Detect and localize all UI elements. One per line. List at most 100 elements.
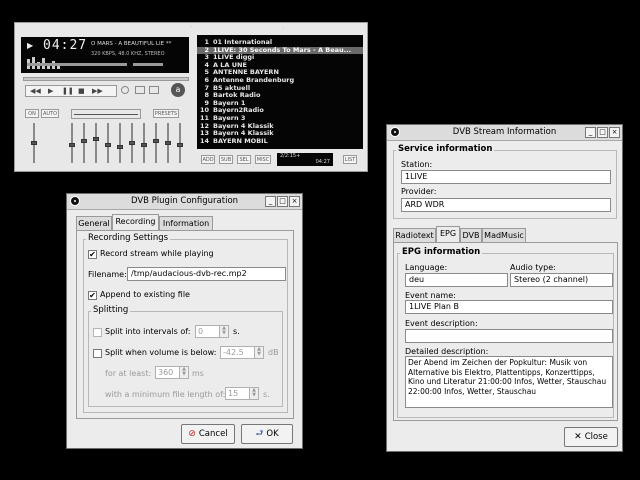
- window-menu-icon[interactable]: [390, 127, 400, 137]
- playlist-item[interactable]: 9 Bayern 1: [197, 100, 363, 107]
- tab-epg[interactable]: EPG: [436, 226, 460, 242]
- close-icon[interactable]: ×: [289, 196, 300, 207]
- close-icon[interactable]: ×: [609, 127, 620, 138]
- playlist-item[interactable]: 3 1LIVE diggi: [197, 54, 363, 61]
- filename-field[interactable]: /tmp/audacious-dvb-rec.mp2: [127, 267, 286, 281]
- maximize-icon[interactable]: □: [597, 127, 608, 138]
- playlist-item[interactable]: 13 Bayern 4 Klassik: [197, 130, 363, 137]
- config-title: DVB Plugin Configuration: [130, 196, 239, 206]
- cancel-button[interactable]: ⊘ Cancel: [181, 424, 235, 444]
- eq-knob[interactable]: [129, 141, 135, 145]
- playlist-titlebar[interactable]: ·: [201, 25, 365, 33]
- playlist-item[interactable]: 2 1LIVE: 30 Seconds To Mars - A Beau...: [197, 46, 363, 54]
- station-field[interactable]: 1LIVE: [401, 170, 611, 184]
- stream-info-titlebar[interactable]: DVB Stream Information _ □ ×: [387, 125, 622, 141]
- pause-icon[interactable]: ❚❚: [62, 86, 74, 96]
- maximize-icon[interactable]: □: [277, 196, 288, 207]
- append-checkbox[interactable]: ✔: [88, 291, 97, 300]
- spin-arrows-icon[interactable]: ▲ ▼: [179, 367, 188, 378]
- eq-band-slider[interactable]: [95, 123, 97, 163]
- spin-arrows-icon[interactable]: ▲ ▼: [219, 326, 228, 337]
- spin-arrows-icon[interactable]: ▲ ▼: [249, 388, 258, 399]
- eq-knob[interactable]: [105, 143, 111, 147]
- ok-button[interactable]: ⮐ OK: [241, 424, 293, 444]
- playlist-item-name: Bayern 3: [213, 115, 246, 122]
- append-label: Append to existing file: [100, 290, 190, 299]
- playlist-item[interactable]: 14 BAYERN MOBIL: [197, 138, 363, 145]
- tab-general[interactable]: General: [76, 216, 112, 230]
- previous-icon[interactable]: ◀◀: [30, 86, 41, 96]
- spin-arrows-icon[interactable]: ▲ ▼: [254, 347, 263, 358]
- playlist-item[interactable]: 12 Bayern 4 Klassik: [197, 123, 363, 130]
- playlist-item[interactable]: 6 Antenne Brandenburg: [197, 77, 363, 84]
- playlist-item[interactable]: 10 Bayern2Radio: [197, 107, 363, 114]
- record-stream-checkbox[interactable]: ✔: [88, 250, 97, 259]
- eq-on-button[interactable]: ON: [25, 109, 39, 118]
- shuffle-icon[interactable]: [135, 86, 145, 94]
- eq-knob[interactable]: [93, 137, 99, 141]
- at-least-value: 360: [158, 368, 174, 377]
- playlist-item[interactable]: 5 ANTENNE BAYERN: [197, 69, 363, 76]
- event-desc-field[interactable]: [405, 329, 613, 343]
- window-menu-icon[interactable]: [70, 196, 80, 206]
- language-field[interactable]: deu: [405, 273, 508, 287]
- playlist-item-name: 1LIVE diggi: [213, 54, 255, 62]
- playlist-item-number: 10: [199, 107, 209, 115]
- min-length-spin[interactable]: 15 ▲ ▼: [225, 387, 259, 400]
- visualizer[interactable]: [25, 55, 73, 69]
- playlist-sel-button[interactable]: SEL: [237, 155, 251, 164]
- eq-knob[interactable]: [117, 145, 123, 149]
- tab-dvb[interactable]: DVB: [460, 228, 482, 242]
- eq-band-slider[interactable]: [119, 123, 121, 163]
- config-titlebar[interactable]: DVB Plugin Configuration _ □ ×: [67, 194, 302, 210]
- playlist-sub-button[interactable]: SUB: [219, 155, 233, 164]
- playlist-item-name: 01 International: [213, 39, 273, 46]
- playlist-item[interactable]: 8 Bartok Radio: [197, 92, 363, 99]
- eject-icon[interactable]: [121, 86, 129, 94]
- seek-bar[interactable]: [23, 77, 189, 81]
- service-info-label: Service information: [396, 144, 495, 154]
- next-icon[interactable]: ▶▶: [92, 86, 103, 96]
- split-volume-checkbox[interactable]: [93, 349, 102, 358]
- eq-knob[interactable]: [177, 143, 183, 147]
- eq-auto-button[interactable]: AUTO: [41, 109, 59, 118]
- repeat-icon[interactable]: [149, 86, 159, 94]
- balance-slider[interactable]: [133, 63, 163, 66]
- eq-knob[interactable]: [153, 139, 159, 143]
- audio-type-field[interactable]: Stereo (2 channel): [510, 273, 613, 287]
- eq-knob[interactable]: [31, 141, 37, 145]
- play-icon[interactable]: ▶: [48, 86, 53, 96]
- split-intervals-checkbox[interactable]: [93, 328, 102, 337]
- playlist-misc-button[interactable]: MISC: [255, 155, 271, 164]
- playlist-item[interactable]: 7 B5 aktuell: [197, 85, 363, 92]
- split-intervals-spin[interactable]: 0 ▲ ▼: [195, 325, 229, 338]
- tab-information[interactable]: Information: [159, 216, 213, 230]
- split-volume-spin[interactable]: -42.5 ▲ ▼: [220, 346, 264, 359]
- eq-band-slider[interactable]: [155, 123, 157, 163]
- playlist-add-button[interactable]: ADD: [201, 155, 215, 164]
- eq-knob[interactable]: [141, 143, 147, 147]
- playlist-list-button[interactable]: LIST: [343, 155, 357, 164]
- tab-recording[interactable]: Recording: [112, 214, 159, 230]
- close-button[interactable]: ✕ Close: [564, 427, 618, 447]
- detailed-desc-textarea[interactable]: Der Abend im Zeichen der Popkultur: Musi…: [405, 356, 613, 408]
- provider-field[interactable]: ARD WDR: [401, 198, 611, 212]
- time-display[interactable]: 04:27: [43, 38, 87, 53]
- eq-band-slider[interactable]: [83, 123, 85, 163]
- eq-knob[interactable]: [69, 143, 75, 147]
- playlist-item[interactable]: 11 Bayern 3: [197, 115, 363, 122]
- minimize-icon[interactable]: _: [265, 196, 276, 207]
- eq-presets-button[interactable]: PRESETS: [153, 109, 179, 118]
- playlist-item[interactable]: 1 01 International: [197, 39, 363, 46]
- volume-slider[interactable]: [27, 63, 127, 66]
- playlist-item-name: ANTENNE BAYERN: [213, 69, 279, 77]
- stop-icon[interactable]: ■: [78, 86, 85, 96]
- eq-knob[interactable]: [81, 139, 87, 143]
- eq-knob[interactable]: [165, 141, 171, 145]
- at-least-spin[interactable]: 360 ▲ ▼: [155, 366, 189, 379]
- tab-radiotext[interactable]: Radiotext: [393, 228, 436, 242]
- playlist-item[interactable]: 4 A LA UNE: [197, 62, 363, 69]
- tab-madmusic[interactable]: MadMusic: [482, 228, 526, 242]
- minimize-icon[interactable]: _: [585, 127, 596, 138]
- event-name-field[interactable]: 1LIVE Plan B: [405, 300, 613, 314]
